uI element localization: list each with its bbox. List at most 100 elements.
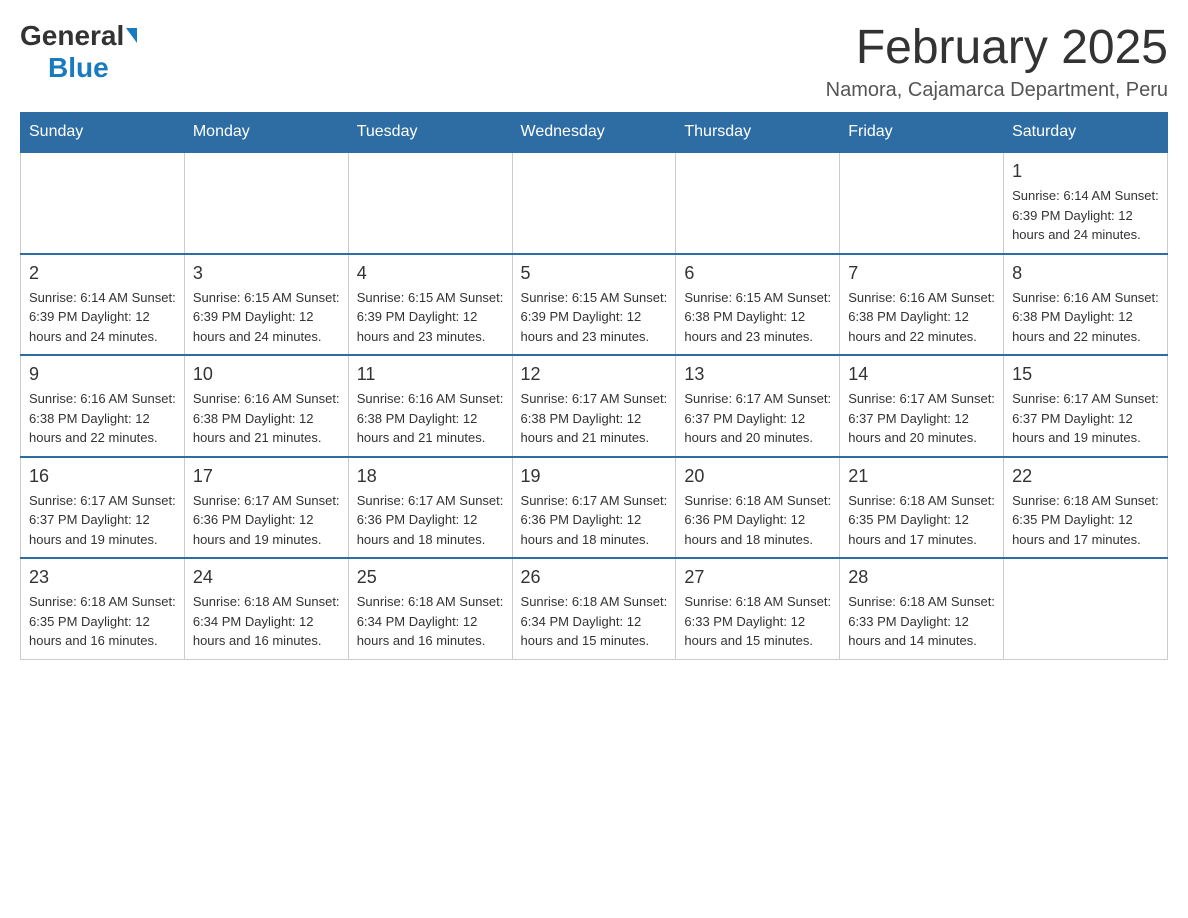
logo-arrow-icon bbox=[126, 27, 137, 45]
day-info: Sunrise: 6:17 AM Sunset: 6:36 PM Dayligh… bbox=[193, 491, 340, 550]
calendar-header-row: SundayMondayTuesdayWednesdayThursdayFrid… bbox=[21, 113, 1168, 153]
calendar-cell: 14 Sunrise: 6:17 AM Sunset: 6:37 PM Dayli… bbox=[840, 355, 1004, 457]
calendar-cell: 21 Sunrise: 6:18 AM Sunset: 6:35 PM Dayli… bbox=[840, 457, 1004, 559]
day-info: Sunrise: 6:16 AM Sunset: 6:38 PM Dayligh… bbox=[357, 389, 504, 448]
day-number: 9 bbox=[29, 364, 176, 385]
day-info: Sunrise: 6:16 AM Sunset: 6:38 PM Dayligh… bbox=[848, 288, 995, 347]
calendar-cell: 7 Sunrise: 6:16 AM Sunset: 6:38 PM Daylig… bbox=[840, 254, 1004, 356]
day-info: Sunrise: 6:18 AM Sunset: 6:34 PM Dayligh… bbox=[357, 592, 504, 651]
day-info: Sunrise: 6:15 AM Sunset: 6:39 PM Dayligh… bbox=[357, 288, 504, 347]
page-header: General Blue February 2025 Namora, Cajam… bbox=[20, 20, 1168, 102]
day-number: 3 bbox=[193, 263, 340, 284]
day-number: 22 bbox=[1012, 466, 1159, 487]
day-number: 8 bbox=[1012, 263, 1159, 284]
day-info: Sunrise: 6:16 AM Sunset: 6:38 PM Dayligh… bbox=[1012, 288, 1159, 347]
calendar-cell bbox=[512, 152, 676, 254]
page-title: February 2025 bbox=[826, 20, 1168, 75]
calendar-cell: 20 Sunrise: 6:18 AM Sunset: 6:36 PM Dayli… bbox=[676, 457, 840, 559]
day-number: 14 bbox=[848, 364, 995, 385]
day-number: 6 bbox=[684, 263, 831, 284]
day-info: Sunrise: 6:18 AM Sunset: 6:34 PM Dayligh… bbox=[521, 592, 668, 651]
day-number: 2 bbox=[29, 263, 176, 284]
day-number: 5 bbox=[521, 263, 668, 284]
logo: General Blue bbox=[20, 20, 137, 84]
calendar-cell: 22 Sunrise: 6:18 AM Sunset: 6:35 PM Dayli… bbox=[1004, 457, 1168, 559]
day-number: 4 bbox=[357, 263, 504, 284]
day-info: Sunrise: 6:16 AM Sunset: 6:38 PM Dayligh… bbox=[193, 389, 340, 448]
day-info: Sunrise: 6:17 AM Sunset: 6:36 PM Dayligh… bbox=[357, 491, 504, 550]
day-header-sunday: Sunday bbox=[21, 113, 185, 153]
day-info: Sunrise: 6:18 AM Sunset: 6:34 PM Dayligh… bbox=[193, 592, 340, 651]
day-info: Sunrise: 6:16 AM Sunset: 6:38 PM Dayligh… bbox=[29, 389, 176, 448]
day-header-monday: Monday bbox=[184, 113, 348, 153]
day-number: 17 bbox=[193, 466, 340, 487]
day-info: Sunrise: 6:18 AM Sunset: 6:33 PM Dayligh… bbox=[848, 592, 995, 651]
day-info: Sunrise: 6:18 AM Sunset: 6:35 PM Dayligh… bbox=[1012, 491, 1159, 550]
calendar-cell: 24 Sunrise: 6:18 AM Sunset: 6:34 PM Dayli… bbox=[184, 558, 348, 659]
day-header-wednesday: Wednesday bbox=[512, 113, 676, 153]
day-header-tuesday: Tuesday bbox=[348, 113, 512, 153]
calendar-cell: 23 Sunrise: 6:18 AM Sunset: 6:35 PM Dayli… bbox=[21, 558, 185, 659]
day-number: 25 bbox=[357, 567, 504, 588]
calendar-week-row: 9 Sunrise: 6:16 AM Sunset: 6:38 PM Daylig… bbox=[21, 355, 1168, 457]
calendar-cell: 19Sunrise: 6:17 AM Sunset: 6:36 PM Dayli… bbox=[512, 457, 676, 559]
day-number: 28 bbox=[848, 567, 995, 588]
day-number: 24 bbox=[193, 567, 340, 588]
day-info: Sunrise: 6:18 AM Sunset: 6:35 PM Dayligh… bbox=[29, 592, 176, 651]
calendar-cell: 16 Sunrise: 6:17 AM Sunset: 6:37 PM Dayli… bbox=[21, 457, 185, 559]
day-info: Sunrise: 6:14 AM Sunset: 6:39 PM Dayligh… bbox=[1012, 186, 1159, 245]
day-number: 1 bbox=[1012, 161, 1159, 182]
calendar-cell: 15 Sunrise: 6:17 AM Sunset: 6:37 PM Dayli… bbox=[1004, 355, 1168, 457]
day-info: Sunrise: 6:18 AM Sunset: 6:35 PM Dayligh… bbox=[848, 491, 995, 550]
calendar-cell: 17 Sunrise: 6:17 AM Sunset: 6:36 PM Dayli… bbox=[184, 457, 348, 559]
day-number: 23 bbox=[29, 567, 176, 588]
calendar-cell bbox=[21, 152, 185, 254]
day-info: Sunrise: 6:18 AM Sunset: 6:36 PM Dayligh… bbox=[684, 491, 831, 550]
calendar-cell: 9 Sunrise: 6:16 AM Sunset: 6:38 PM Daylig… bbox=[21, 355, 185, 457]
day-number: 15 bbox=[1012, 364, 1159, 385]
calendar-cell: 28 Sunrise: 6:18 AM Sunset: 6:33 PM Dayli… bbox=[840, 558, 1004, 659]
calendar-cell: 18 Sunrise: 6:17 AM Sunset: 6:36 PM Dayli… bbox=[348, 457, 512, 559]
calendar-week-row: 1 Sunrise: 6:14 AM Sunset: 6:39 PM Daylig… bbox=[21, 152, 1168, 254]
calendar-cell: 10 Sunrise: 6:16 AM Sunset: 6:38 PM Dayli… bbox=[184, 355, 348, 457]
day-header-friday: Friday bbox=[840, 113, 1004, 153]
day-info: Sunrise: 6:17 AM Sunset: 6:37 PM Dayligh… bbox=[848, 389, 995, 448]
day-info: Sunrise: 6:18 AM Sunset: 6:33 PM Dayligh… bbox=[684, 592, 831, 651]
calendar-cell: 5 Sunrise: 6:15 AM Sunset: 6:39 PM Daylig… bbox=[512, 254, 676, 356]
calendar-cell bbox=[1004, 558, 1168, 659]
day-info: Sunrise: 6:17 AM Sunset: 6:37 PM Dayligh… bbox=[1012, 389, 1159, 448]
calendar-cell: 13 Sunrise: 6:17 AM Sunset: 6:37 PM Dayli… bbox=[676, 355, 840, 457]
day-info: Sunrise: 6:17 AM Sunset: 6:37 PM Dayligh… bbox=[29, 491, 176, 550]
day-header-saturday: Saturday bbox=[1004, 113, 1168, 153]
day-info: Sunrise: 6:15 AM Sunset: 6:38 PM Dayligh… bbox=[684, 288, 831, 347]
day-number: 12 bbox=[521, 364, 668, 385]
page-subtitle: Namora, Cajamarca Department, Peru bbox=[826, 79, 1168, 102]
calendar-cell: 4 Sunrise: 6:15 AM Sunset: 6:39 PM Daylig… bbox=[348, 254, 512, 356]
day-number: 10 bbox=[193, 364, 340, 385]
day-number: 18 bbox=[357, 466, 504, 487]
calendar-week-row: 23 Sunrise: 6:18 AM Sunset: 6:35 PM Dayli… bbox=[21, 558, 1168, 659]
day-info: Sunrise: 6:17 AM Sunset: 6:36 PM Dayligh… bbox=[521, 491, 668, 550]
day-info: Sunrise: 6:17 AM Sunset: 6:38 PM Dayligh… bbox=[521, 389, 668, 448]
day-number: 13 bbox=[684, 364, 831, 385]
calendar-cell bbox=[676, 152, 840, 254]
title-section: February 2025 Namora, Cajamarca Departme… bbox=[826, 20, 1168, 102]
logo-blue-text: Blue bbox=[48, 52, 109, 83]
calendar-cell: 6 Sunrise: 6:15 AM Sunset: 6:38 PM Daylig… bbox=[676, 254, 840, 356]
calendar-cell bbox=[840, 152, 1004, 254]
day-header-thursday: Thursday bbox=[676, 113, 840, 153]
calendar-cell: 3 Sunrise: 6:15 AM Sunset: 6:39 PM Daylig… bbox=[184, 254, 348, 356]
calendar-cell: 2Sunrise: 6:14 AM Sunset: 6:39 PM Daylig… bbox=[21, 254, 185, 356]
day-number: 21 bbox=[848, 466, 995, 487]
day-number: 20 bbox=[684, 466, 831, 487]
day-number: 26 bbox=[521, 567, 668, 588]
day-number: 7 bbox=[848, 263, 995, 284]
day-number: 16 bbox=[29, 466, 176, 487]
day-info: Sunrise: 6:17 AM Sunset: 6:37 PM Dayligh… bbox=[684, 389, 831, 448]
day-info: Sunrise: 6:15 AM Sunset: 6:39 PM Dayligh… bbox=[193, 288, 340, 347]
calendar-table: SundayMondayTuesdayWednesdayThursdayFrid… bbox=[20, 112, 1168, 660]
day-number: 11 bbox=[357, 364, 504, 385]
day-info: Sunrise: 6:15 AM Sunset: 6:39 PM Dayligh… bbox=[521, 288, 668, 347]
calendar-cell bbox=[184, 152, 348, 254]
calendar-cell: 27Sunrise: 6:18 AM Sunset: 6:33 PM Dayli… bbox=[676, 558, 840, 659]
